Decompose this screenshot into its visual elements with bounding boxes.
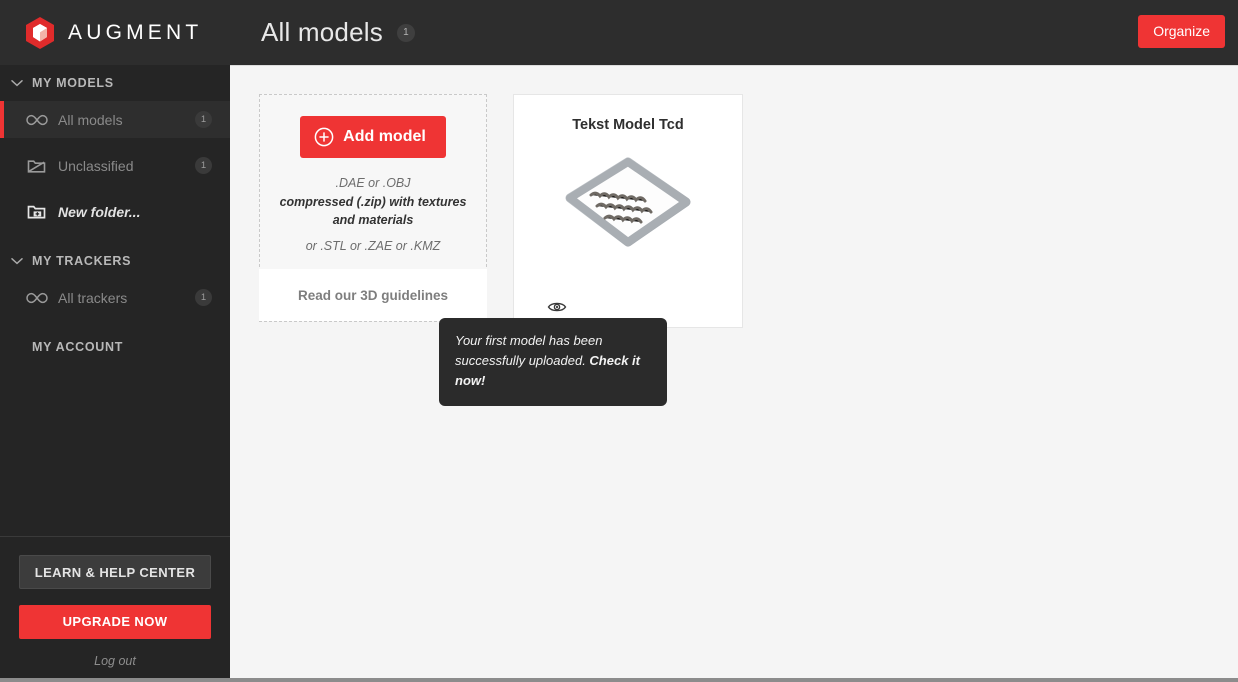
- augment-model-manager-app: AUGMENT All models 1 Organize MY MODELS …: [0, 0, 1238, 682]
- infinity-icon: [26, 292, 50, 304]
- upgrade-now-button[interactable]: UPGRADE NOW: [19, 605, 211, 639]
- sidebar-item-all-trackers[interactable]: All trackers 1: [0, 279, 230, 316]
- sidebar-section-label: MY ACCOUNT: [32, 340, 124, 354]
- learn-help-center-button[interactable]: LEARN & HELP CENTER: [19, 555, 211, 589]
- augment-hexagon-cube-logo-icon: [24, 16, 56, 50]
- upload-success-tooltip[interactable]: Your first model has been successfully u…: [439, 318, 667, 406]
- sidebar-item-all-models[interactable]: All models 1: [0, 101, 230, 138]
- organize-button[interactable]: Organize: [1138, 15, 1225, 48]
- sidebar-section-my-models[interactable]: MY MODELS: [0, 65, 230, 101]
- folder-slash-icon: [26, 157, 50, 175]
- sidebar-section-my-trackers[interactable]: MY TRACKERS: [0, 243, 230, 279]
- page-title-group: All models 1: [261, 17, 415, 48]
- sidebar-item-count: 1: [195, 111, 212, 128]
- add-model-card[interactable]: Add model .DAE or .OBJ compressed (.zip)…: [259, 94, 487, 322]
- brand-logo[interactable]: AUGMENT: [0, 0, 230, 65]
- chevron-down-icon: [8, 74, 26, 92]
- sidebar-item-count: 1: [195, 157, 212, 174]
- main-content: Add model .DAE or .OBJ compressed (.zip)…: [230, 65, 1238, 678]
- logout-link[interactable]: Log out: [19, 654, 211, 668]
- sidebar-item-label: All models: [58, 111, 123, 128]
- sidebar-footer: LEARN & HELP CENTER UPGRADE NOW Log out: [0, 536, 230, 678]
- top-bar: AUGMENT All models 1 Organize: [0, 0, 1238, 65]
- format-line-2: compressed (.zip) with textures and mate…: [279, 195, 467, 227]
- add-model-button[interactable]: Add model: [300, 116, 446, 158]
- read-3d-guidelines-link[interactable]: Read our 3D guidelines: [259, 269, 487, 321]
- 3d-text-plaque-thumbnail-icon: [558, 146, 698, 256]
- page-title-count-badge: 1: [396, 23, 415, 42]
- sidebar-item-label: New folder...: [58, 203, 141, 220]
- model-title: Tekst Model Tcd: [572, 117, 684, 133]
- sidebar-section-label: MY TRACKERS: [32, 254, 132, 268]
- format-line-3: or .STL or .ZAE or .KMZ: [305, 239, 441, 253]
- chevron-down-icon: [8, 252, 26, 270]
- sidebar-item-unclassified[interactable]: Unclassified 1: [0, 147, 230, 184]
- sidebar-item-label: All trackers: [58, 289, 128, 306]
- plus-circle-icon: [314, 127, 334, 147]
- model-card[interactable]: Tekst Model Tcd: [513, 94, 743, 328]
- eye-icon[interactable]: [547, 300, 567, 314]
- sidebar-item-count: 1: [195, 289, 212, 306]
- brand-name: AUGMENT: [68, 20, 203, 44]
- sidebar-item-label: Unclassified: [58, 157, 134, 174]
- sidebar-section-label: MY MODELS: [32, 76, 114, 90]
- format-line-1: .DAE or .OBJ: [335, 176, 411, 190]
- sidebar-section-my-account[interactable]: MY ACCOUNT: [0, 329, 230, 365]
- infinity-icon: [26, 114, 50, 126]
- supported-formats-text: .DAE or .OBJ compressed (.zip) with text…: [273, 174, 473, 255]
- folder-plus-icon: [26, 203, 50, 221]
- tooltip-text: Your first model has been successfully u…: [455, 333, 603, 368]
- page-title: All models: [261, 17, 383, 47]
- model-grid: Add model .DAE or .OBJ compressed (.zip)…: [259, 94, 743, 328]
- add-model-button-label: Add model: [343, 128, 426, 145]
- sidebar: MY MODELS All models 1 Unclassified 1 Ne…: [0, 65, 230, 678]
- sidebar-item-new-folder[interactable]: New folder...: [0, 193, 230, 230]
